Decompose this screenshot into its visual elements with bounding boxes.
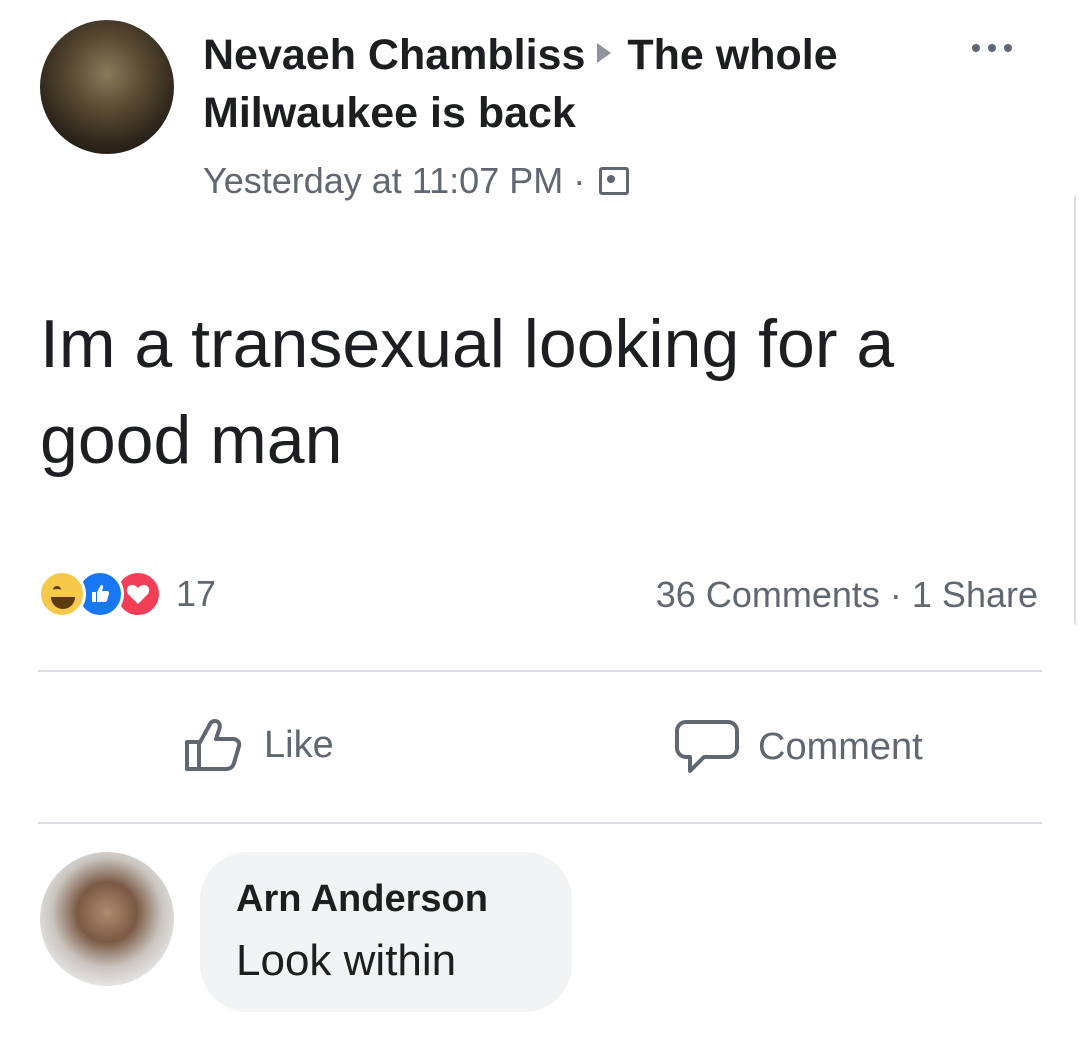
like-button[interactable]: Like	[184, 718, 334, 772]
thumbs-up-icon	[185, 719, 242, 771]
divider-bottom	[38, 822, 1042, 824]
comment-button[interactable]: Comment	[674, 718, 923, 776]
more-options-icon[interactable]	[960, 38, 1024, 58]
divider-top	[38, 670, 1042, 672]
group-audience-icon	[599, 167, 630, 195]
post-header-title: Nevaeh Chambliss The whole Milwaukee is b…	[203, 26, 863, 142]
speech-bubble-icon	[675, 720, 739, 773]
shares-count[interactable]: 1 Share	[912, 574, 1038, 615]
meta-separator: ·	[573, 160, 586, 201]
post-meta: Yesterday at 11:07 PM ·	[203, 160, 630, 202]
comment-bubble: Arn Anderson Look within	[200, 852, 572, 1012]
counts-separator: ·	[889, 574, 902, 615]
card-edge	[1074, 195, 1080, 625]
author-name[interactable]: Nevaeh Chambliss	[203, 31, 585, 79]
reactions-summary[interactable]: 17	[38, 570, 216, 618]
comment-text: Look within	[236, 936, 457, 985]
comment-label: Comment	[758, 725, 923, 768]
engagement-counts: 36 Comments · 1 Share	[656, 574, 1038, 616]
like-label: Like	[264, 723, 334, 766]
post-body-text: Im a transexual looking for a good man	[40, 306, 895, 478]
shared-to-arrow-icon	[597, 43, 612, 63]
commenter-avatar[interactable]	[40, 852, 174, 986]
reaction-count: 17	[176, 573, 217, 614]
haha-reaction-icon	[38, 570, 86, 618]
author-avatar[interactable]	[40, 20, 174, 154]
post-timestamp[interactable]: Yesterday at 11:07 PM	[203, 160, 563, 202]
comments-count[interactable]: 36 Comments	[656, 574, 880, 615]
commenter-name[interactable]: Arn Anderson	[236, 876, 536, 922]
feed-post: Nevaeh Chambliss The whole Milwaukee is b…	[0, 0, 1080, 1061]
